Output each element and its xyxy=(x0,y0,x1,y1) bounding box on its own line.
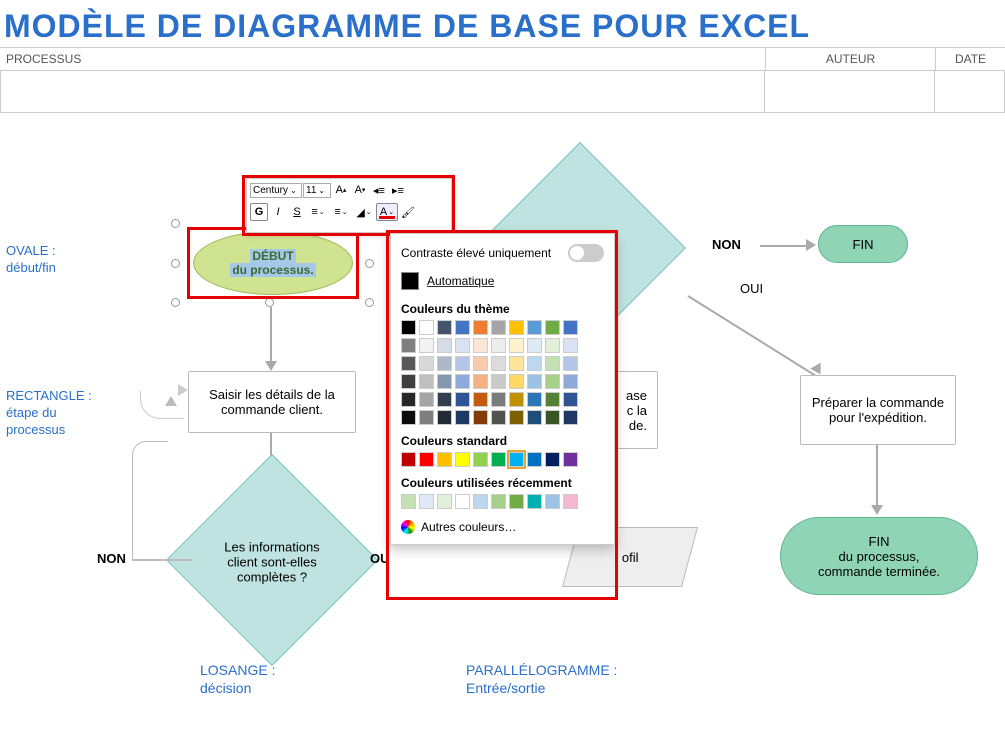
rect-partial-l2: c la xyxy=(627,403,647,418)
parallelogram-legend: PARALLÉLOGRAMME : Entrée/sortie xyxy=(466,661,617,697)
processus-input[interactable] xyxy=(0,71,765,112)
arrow-head xyxy=(178,384,188,396)
rect-partial-l1: ase xyxy=(626,388,647,403)
rectangle-legend: RECTANGLE : étape du processus xyxy=(6,388,92,439)
auteur-input[interactable] xyxy=(765,71,935,112)
losange-legend: LOSANGE : décision xyxy=(200,661,275,697)
connector xyxy=(876,445,878,507)
red-highlight-shape xyxy=(187,227,359,299)
arrow-head xyxy=(265,361,277,371)
header-auteur-label: AUTEUR xyxy=(765,48,935,70)
connector xyxy=(270,307,272,363)
connector-loop xyxy=(132,441,168,561)
red-highlight-toolbar xyxy=(242,175,455,236)
page-title: MODÈLE DE DIAGRAMME DE BASE POUR EXCEL xyxy=(0,0,1005,47)
fin-text: FIN xyxy=(853,237,874,252)
prep-text: Préparer la commande pour l'expédition. xyxy=(811,395,945,425)
resize-handle[interactable] xyxy=(171,259,180,268)
resize-handle[interactable] xyxy=(365,259,374,268)
fin-full-text: FIN du processus, commande terminée. xyxy=(818,534,940,579)
resize-handle[interactable] xyxy=(365,298,374,307)
fin-full-pill[interactable]: FIN du processus, commande terminée. xyxy=(780,517,978,595)
ovale-legend: OVALE : début/fin xyxy=(6,243,56,277)
arrow-head xyxy=(871,505,883,515)
header-date-label: DATE xyxy=(935,48,1005,70)
process-rect-prep[interactable]: Préparer la commande pour l'expédition. xyxy=(800,375,956,445)
date-input[interactable] xyxy=(935,71,1005,112)
process-rect-1-text: Saisir les détails de la commande client… xyxy=(199,387,345,417)
meta-input-row xyxy=(0,71,1005,113)
red-highlight-popup xyxy=(386,230,618,600)
decision-text: Les informations client sont-elles compl… xyxy=(217,539,327,584)
non-label: NON xyxy=(712,237,741,252)
non-label: NON xyxy=(97,551,126,566)
connector xyxy=(132,559,192,561)
rect-partial-l3: de. xyxy=(629,418,647,433)
resize-handle[interactable] xyxy=(265,298,274,307)
arrow-head xyxy=(806,239,816,251)
flowchart-canvas: OVALE : début/fin RECTANGLE : étape du p… xyxy=(0,113,1005,713)
connector xyxy=(760,245,808,247)
resize-handle[interactable] xyxy=(171,219,180,228)
resize-handle[interactable] xyxy=(171,298,180,307)
process-rect-1[interactable]: Saisir les détails de la commande client… xyxy=(188,371,356,433)
connector xyxy=(687,295,815,376)
arrow-head xyxy=(165,396,177,406)
decision-diamond-info[interactable]: Les informations client sont-elles compl… xyxy=(166,454,378,666)
header-processus-label: PROCESSUS xyxy=(0,48,765,70)
oui-label: OUI xyxy=(740,281,763,296)
fin-pill[interactable]: FIN xyxy=(818,225,908,263)
para-text: ofil xyxy=(622,550,639,565)
header-row: PROCESSUS AUTEUR DATE xyxy=(0,47,1005,71)
